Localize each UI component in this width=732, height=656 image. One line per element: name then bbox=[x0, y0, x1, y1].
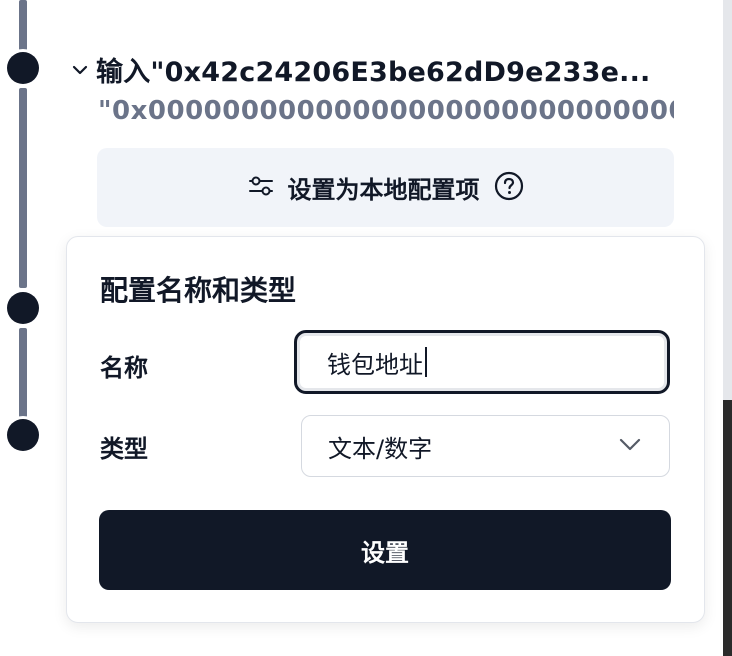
name-input[interactable]: 钱包地址 bbox=[294, 330, 670, 394]
step-title: 输入"0x42c24206E3be62dD9e233e... bbox=[96, 57, 651, 88]
set-local-config-button[interactable]: 设置为本地配置项 bbox=[97, 148, 674, 227]
chevron-down-icon[interactable] bbox=[70, 60, 90, 80]
timeline-line-top bbox=[19, 0, 27, 52]
timeline-line bbox=[19, 88, 27, 288]
type-select-value: 文本/数字 bbox=[328, 434, 433, 463]
type-label: 类型 bbox=[100, 435, 148, 463]
timeline-step-dot bbox=[7, 292, 39, 324]
name-input-value: 钱包地址 bbox=[327, 350, 423, 379]
right-edge-dark-panel bbox=[723, 400, 732, 656]
sliders-icon bbox=[248, 174, 274, 202]
help-circle-icon[interactable] bbox=[494, 171, 524, 205]
timeline-step-dot bbox=[7, 419, 39, 451]
config-card: 配置名称和类型 名称 钱包地址 类型 文本/数字 设置 bbox=[66, 236, 705, 623]
step-header[interactable]: 输入"0x42c24206E3be62dD9e233e... bbox=[70, 50, 651, 89]
step-subtitle: "0x0000000000000000000000000000000000000… bbox=[98, 96, 674, 126]
select-chevron-icon bbox=[619, 437, 641, 456]
card-title: 配置名称和类型 bbox=[100, 274, 297, 307]
set-button[interactable]: 设置 bbox=[99, 510, 671, 590]
text-caret bbox=[425, 347, 427, 377]
set-local-config-label: 设置为本地配置项 bbox=[287, 176, 480, 204]
name-label: 名称 bbox=[100, 354, 148, 382]
timeline-line bbox=[19, 328, 27, 418]
type-select[interactable]: 文本/数字 bbox=[301, 415, 670, 477]
timeline-step-dot bbox=[7, 52, 39, 84]
right-edge-panel bbox=[723, 0, 732, 400]
